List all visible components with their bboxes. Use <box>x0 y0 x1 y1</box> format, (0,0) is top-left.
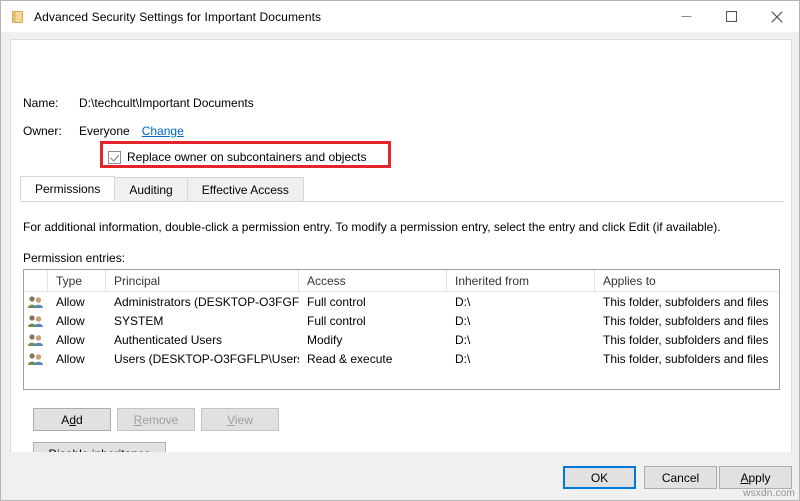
tab-effective-access-label: Effective Access <box>201 182 289 197</box>
row-inherited-from: D:\ <box>455 351 471 366</box>
row-principal: SYSTEM <box>114 313 164 328</box>
info-text: For additional information, double-click… <box>23 220 721 234</box>
add-button[interactable]: Add <box>33 408 111 431</box>
replace-owner-checkbox-row[interactable]: Replace owner on subcontainers and objec… <box>108 150 366 164</box>
row-applies-to: This folder, subfolders and files <box>603 294 769 309</box>
window-title: Advanced Security Settings for Important… <box>34 9 322 24</box>
owner-row: Owner: Everyone Change <box>23 124 184 138</box>
window-body: Name: D:\techcult\Important Documents Ow… <box>1 32 799 500</box>
name-row: Name: D:\techcult\Important Documents <box>23 96 254 110</box>
view-button[interactable]: View <box>201 408 279 431</box>
table-row[interactable]: Allow Users (DESKTOP-O3FGFLP\Users) Read &… <box>24 349 779 368</box>
row-access: Modify <box>307 332 343 347</box>
minimize-icon[interactable] <box>664 1 709 32</box>
row-icon-cell <box>24 295 48 309</box>
advanced-security-settings-window: Advanced Security Settings for Important… <box>0 0 800 501</box>
row-type: Allow <box>56 351 85 366</box>
replace-owner-label: Replace owner on subcontainers and objec… <box>127 150 367 164</box>
table-row[interactable]: Allow SYSTEM Full control D:\ This folder, s… <box>24 311 779 330</box>
tab-permissions[interactable]: Permissions <box>20 176 116 201</box>
users-group-icon <box>28 295 44 309</box>
tab-effective-access[interactable]: Effective Access <box>186 177 304 201</box>
apply-button[interactable]: Apply <box>719 466 792 489</box>
row-inherited-from: D:\ <box>455 313 471 328</box>
row-type: Allow <box>56 332 85 347</box>
row-access: Full control <box>307 313 366 328</box>
permission-entries-label: Permission entries: <box>23 251 126 265</box>
dialog-action-bar: OK Cancel Apply wsxdn.com <box>1 452 799 500</box>
settings-panel: Name: D:\techcult\Important Documents Ow… <box>10 39 792 496</box>
tab-bar: Permissions Auditing Effective Access <box>20 176 784 202</box>
row-applies-to: This folder, subfolders and files <box>603 313 769 328</box>
column-header-principal[interactable]: Principal <box>106 270 299 291</box>
row-icon-cell <box>24 352 48 366</box>
row-type: Allow <box>56 294 85 309</box>
owner-label: Owner: <box>23 124 62 138</box>
row-inherited-from: D:\ <box>455 332 471 347</box>
row-applies-to: This folder, subfolders and files <box>603 351 769 366</box>
table-row[interactable]: Allow Authenticated Users Modify D:\ This fo… <box>24 330 779 349</box>
row-icon-cell <box>24 314 48 328</box>
row-access: Full control <box>307 294 366 309</box>
window-controls <box>664 1 799 32</box>
table-header-row: Type Principal Access Inherited from App… <box>24 270 779 292</box>
row-type: Allow <box>56 313 85 328</box>
maximize-icon[interactable] <box>709 1 754 32</box>
permission-entries-table[interactable]: Type Principal Access Inherited from App… <box>23 269 780 390</box>
name-value: D:\techcult\Important Documents <box>79 96 254 110</box>
title-bar: Advanced Security Settings for Important… <box>1 1 799 32</box>
replace-owner-checkbox[interactable] <box>108 150 121 164</box>
row-icon-cell <box>24 333 48 347</box>
tab-auditing[interactable]: Auditing <box>114 177 188 201</box>
folder-icon <box>10 9 26 25</box>
row-access: Read & execute <box>307 351 393 366</box>
watermark: wsxdn.com <box>743 488 795 499</box>
row-applies-to: This folder, subfolders and files <box>603 332 769 347</box>
row-principal: Users (DESKTOP-O3FGFLP\Users) <box>114 351 299 366</box>
users-group-icon <box>28 352 44 366</box>
remove-button[interactable]: Remove <box>117 408 195 431</box>
tab-permissions-label: Permissions <box>35 181 101 196</box>
owner-value: Everyone <box>79 124 130 138</box>
cancel-button[interactable]: Cancel <box>644 466 717 489</box>
column-header-icon <box>24 270 48 291</box>
table-body: Allow Administrators (DESKTOP-O3FGF... Ful… <box>24 292 779 368</box>
column-header-type[interactable]: Type <box>48 270 106 291</box>
row-principal: Administrators (DESKTOP-O3FGF... <box>114 294 299 309</box>
row-principal: Authenticated Users <box>114 332 223 347</box>
column-header-inherited-from[interactable]: Inherited from <box>447 270 595 291</box>
name-label: Name: <box>23 96 59 110</box>
row-inherited-from: D:\ <box>455 294 471 309</box>
column-header-applies-to[interactable]: Applies to <box>595 270 779 291</box>
table-row[interactable]: Allow Administrators (DESKTOP-O3FGF... Ful… <box>24 292 779 311</box>
users-group-icon <box>28 333 44 347</box>
users-group-icon <box>28 314 44 328</box>
column-header-access[interactable]: Access <box>299 270 447 291</box>
change-owner-link[interactable]: Change <box>142 124 184 138</box>
tab-auditing-label: Auditing <box>129 182 173 197</box>
close-icon[interactable] <box>754 1 799 32</box>
ok-button[interactable]: OK <box>563 466 636 489</box>
